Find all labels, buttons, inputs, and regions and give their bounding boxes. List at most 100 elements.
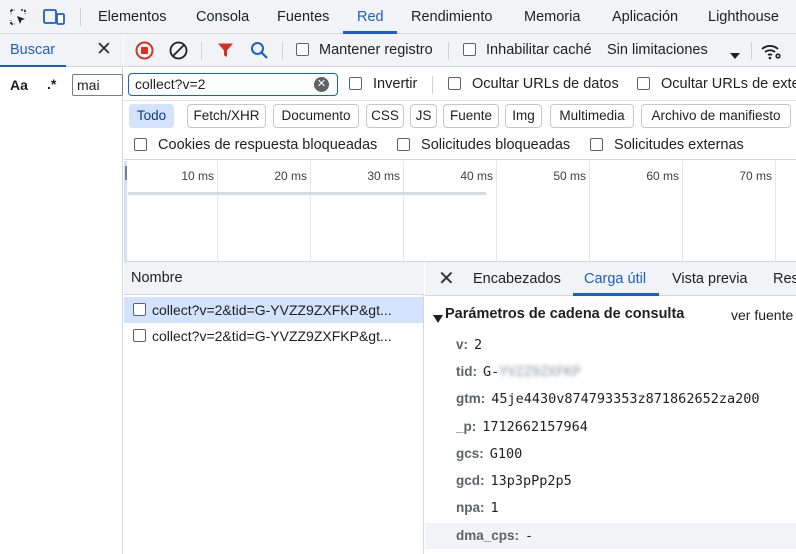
- param-row[interactable]: gcd: 13p3pPp2p5: [456, 468, 572, 494]
- tab-headers[interactable]: Encabezados: [473, 262, 561, 296]
- type-filter-js[interactable]: JS: [410, 104, 437, 128]
- devtools-tabbar: Elementos Consola Fuentes Red Rendimient…: [0, 0, 796, 34]
- search-tab[interactable]: Buscar: [0, 34, 66, 67]
- request-row[interactable]: collect?v=2&tid=G-YVZZ9ZXFKP&gt...: [124, 297, 423, 323]
- expand-triangle-icon[interactable]: [433, 311, 443, 323]
- disable-cache-option[interactable]: Inhabilitar caché: [463, 34, 592, 67]
- disable-cache-label: Inhabilitar caché: [486, 42, 592, 58]
- tab-preview[interactable]: Vista previa: [672, 262, 748, 296]
- blocked-requests-label: Solicitudes bloqueadas: [421, 137, 571, 153]
- type-filter-font[interactable]: Fuente: [443, 104, 499, 128]
- param-key: gtm:: [456, 391, 486, 406]
- search-icon[interactable]: [250, 41, 269, 60]
- stop-recording-icon[interactable]: [135, 41, 154, 60]
- network-conditions-icon[interactable]: [760, 42, 782, 60]
- type-filter-css[interactable]: CSS: [366, 104, 404, 128]
- hide-data-urls-option[interactable]: Ocultar URLs de datos: [448, 68, 619, 101]
- type-filter-all[interactable]: Todo: [129, 104, 174, 128]
- clear-filter-icon[interactable]: ✕: [314, 77, 329, 92]
- timeline-gridline: [403, 161, 404, 261]
- element-picker-icon[interactable]: [9, 8, 27, 26]
- hide-extension-urls-option[interactable]: Ocultar URLs de exte: [637, 68, 796, 101]
- hide-data-urls-checkbox[interactable]: [448, 77, 461, 90]
- network-overview-timeline[interactable]: 10 ms 20 ms 30 ms 40 ms 50 ms 60 ms 70 m…: [124, 161, 796, 262]
- timeline-gridline: [496, 161, 497, 261]
- timeline-gridline: [775, 161, 776, 261]
- invert-option[interactable]: Invertir: [349, 68, 417, 101]
- blocked-requests-checkbox[interactable]: [397, 138, 410, 151]
- param-row[interactable]: gcs: G100: [456, 441, 522, 467]
- match-case-toggle[interactable]: Aa: [10, 77, 28, 93]
- preserve-log-option[interactable]: Mantener registro: [296, 34, 433, 67]
- param-row[interactable]: v: 2: [456, 332, 482, 358]
- tab-memory[interactable]: Memoria: [524, 0, 580, 34]
- timeline-tick-label: 50 ms: [553, 169, 586, 183]
- tab-elements[interactable]: Elementos: [98, 0, 167, 34]
- blocked-cookies-checkbox[interactable]: [134, 138, 147, 151]
- filter-input[interactable]: collect?v=2: [128, 73, 338, 96]
- request-row[interactable]: collect?v=2&tid=G-YVZZ9ZXFKP&gt...: [124, 323, 423, 349]
- third-party-requests-option[interactable]: Solicitudes externas: [590, 131, 744, 160]
- third-party-requests-label: Solicitudes externas: [614, 137, 744, 153]
- param-value: -: [525, 528, 534, 544]
- type-filter-document[interactable]: Documento: [273, 104, 359, 128]
- type-filter-manifest[interactable]: Archivo de manifiesto: [641, 104, 791, 128]
- third-party-requests-checkbox[interactable]: [590, 138, 603, 151]
- search-drawer-header: Buscar ✕: [0, 34, 123, 67]
- invert-checkbox[interactable]: [349, 77, 362, 90]
- tab-response[interactable]: Res: [773, 262, 796, 296]
- toolbar-divider: [80, 8, 81, 26]
- tab-network[interactable]: Red: [357, 0, 384, 34]
- tab-performance[interactable]: Rendimiento: [411, 0, 492, 34]
- filter-row: collect?v=2 ✕ Invertir Ocultar URLs de d…: [124, 68, 796, 101]
- param-row[interactable]: _p: 1712662157964: [456, 414, 588, 440]
- type-filter-img[interactable]: Img: [505, 104, 542, 128]
- tab-console[interactable]: Consola: [196, 0, 249, 34]
- filter-funnel-icon[interactable]: [217, 42, 234, 59]
- param-value: 1712662157964: [482, 419, 588, 435]
- tab-application[interactable]: Aplicación: [612, 0, 678, 34]
- search-drawer: Buscar ✕ Aa .* mai: [0, 34, 123, 554]
- hide-extension-urls-checkbox[interactable]: [637, 77, 650, 90]
- search-input[interactable]: mai: [72, 74, 123, 96]
- disable-cache-checkbox[interactable]: [463, 43, 476, 56]
- query-params-section-title[interactable]: Parámetros de cadena de consulta: [445, 306, 684, 322]
- chevron-down-icon[interactable]: [729, 47, 741, 59]
- preserve-log-checkbox[interactable]: [296, 43, 309, 56]
- toolbar-divider: [432, 76, 433, 94]
- blocked-cookies-option[interactable]: Cookies de respuesta bloqueadas: [134, 131, 377, 160]
- throttling-select[interactable]: Sin limitaciones: [607, 34, 708, 67]
- timeline-gridline: [589, 161, 590, 261]
- request-name: collect?v=2&tid=G-YVZZ9ZXFKP&gt...: [152, 302, 392, 318]
- hide-data-urls-label: Ocultar URLs de datos: [472, 76, 619, 92]
- close-icon[interactable]: ✕: [94, 40, 114, 60]
- param-key: _p:: [456, 419, 477, 434]
- param-value: 1: [490, 500, 499, 516]
- timeline-gridline: [310, 161, 311, 261]
- name-column-header[interactable]: Nombre: [124, 262, 424, 295]
- param-row[interactable]: dma_cps: -: [456, 523, 533, 549]
- view-source-link[interactable]: ver fuente: [731, 307, 793, 323]
- type-filter-fetch-xhr[interactable]: Fetch/XHR: [187, 104, 266, 128]
- active-tab-indicator: [573, 293, 659, 296]
- regex-toggle[interactable]: .*: [47, 76, 56, 92]
- param-row[interactable]: npa: 1: [456, 495, 499, 521]
- detail-tabbar: ✕ Encabezados Carga útil Vista previa Re…: [425, 262, 796, 296]
- timeline-gridline: [682, 161, 683, 261]
- network-toolbar: Mantener registro Inhabilitar caché Sin …: [124, 34, 796, 67]
- param-row[interactable]: tid: G-YVZZ9ZXFKP: [456, 359, 581, 385]
- toolbar-divider: [448, 42, 449, 60]
- close-icon[interactable]: ✕: [438, 269, 455, 289]
- device-toolbar-icon[interactable]: [43, 8, 65, 26]
- tab-lighthouse[interactable]: Lighthouse: [708, 0, 779, 34]
- timeline-tick-label: 10 ms: [181, 169, 214, 183]
- clear-icon[interactable]: [169, 41, 188, 60]
- timeline-tick-label: 40 ms: [460, 169, 493, 183]
- tab-payload[interactable]: Carga útil: [584, 262, 646, 296]
- type-filter-media[interactable]: Multimedia: [550, 104, 634, 128]
- request-list: Nombre collect?v=2&tid=G-YVZZ9ZXFKP&gt..…: [124, 262, 424, 554]
- toolbar-divider: [201, 42, 202, 60]
- param-row[interactable]: gtm: 45je4430v874793353z871862652za200: [456, 386, 759, 412]
- blocked-requests-option[interactable]: Solicitudes bloqueadas: [397, 131, 570, 160]
- tab-sources[interactable]: Fuentes: [277, 0, 329, 34]
